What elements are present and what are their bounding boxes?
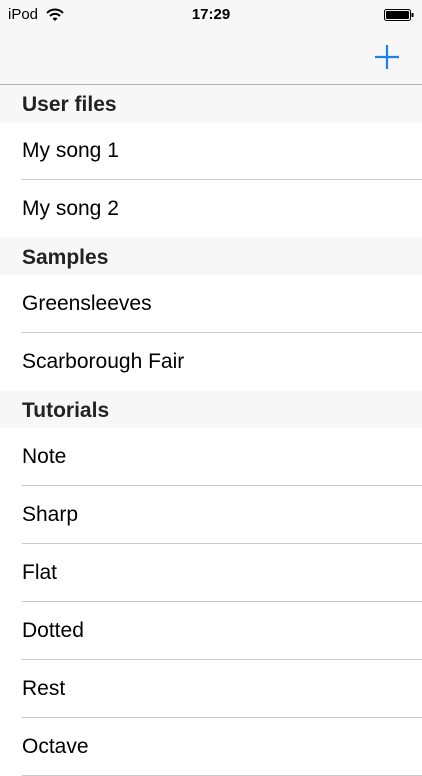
section-header-tutorials: Tutorials xyxy=(0,391,422,428)
list-item[interactable]: Scarborough Fair xyxy=(0,333,422,391)
add-button[interactable] xyxy=(372,42,402,72)
section-header-samples: Samples xyxy=(0,238,422,275)
list-item[interactable]: Dotted xyxy=(0,602,422,660)
battery-icon xyxy=(384,9,414,21)
plus-icon xyxy=(375,45,399,69)
list-item[interactable]: Flat xyxy=(0,544,422,602)
list-item[interactable]: Rest xyxy=(0,660,422,718)
section-header-user-files: User files xyxy=(0,85,422,122)
status-time: 17:29 xyxy=(191,6,231,23)
file-list: User files My song 1 My song 2 Samples G… xyxy=(0,85,422,776)
list-item[interactable]: My song 1 xyxy=(0,122,422,180)
list-item[interactable]: Note xyxy=(0,428,422,486)
list-item[interactable]: Sharp xyxy=(0,486,422,544)
status-bar: iPod 17:29 xyxy=(0,0,422,32)
navigation-bar xyxy=(0,32,422,85)
list-item[interactable]: Greensleeves xyxy=(0,275,422,333)
list-item[interactable]: My song 2 xyxy=(0,180,422,238)
list-item[interactable]: Octave xyxy=(0,718,422,776)
